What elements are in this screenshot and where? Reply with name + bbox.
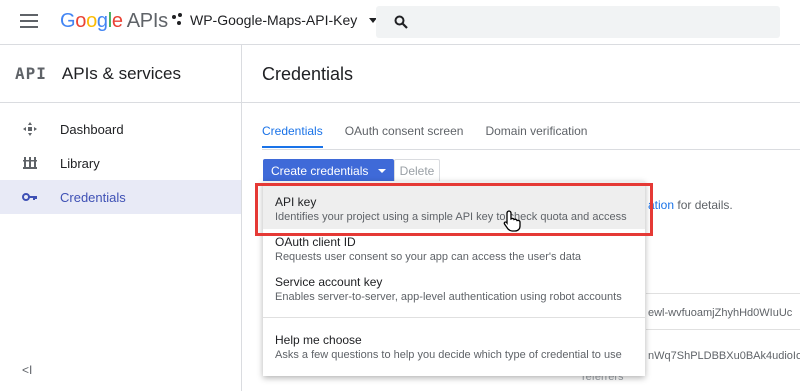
- sidebar: API APIs & services Dashboard Library Cr…: [0, 45, 242, 391]
- tab-bar: Credentials OAuth consent screen Domain …: [262, 124, 609, 148]
- menu-item-title: OAuth client ID: [275, 235, 356, 249]
- google-apis-logo[interactable]: Google APIs: [60, 10, 168, 33]
- project-name: WP-Google-Maps-API-Key: [190, 12, 358, 28]
- api-key-value: nWq7ShPLDBBXu0BAk4udioIo: [648, 350, 800, 362]
- menu-item-title: Help me choose: [275, 333, 362, 347]
- table-row-divider: [646, 293, 800, 294]
- header-divider: [242, 102, 800, 103]
- search-icon: [394, 15, 408, 29]
- collapse-sidebar-icon[interactable]: <I: [22, 363, 32, 377]
- sidebar-item-library[interactable]: Library: [0, 146, 241, 180]
- delete-button[interactable]: Delete: [394, 159, 440, 183]
- project-icon: [172, 13, 184, 27]
- project-selector[interactable]: WP-Google-Maps-API-Key: [172, 12, 378, 28]
- menu-item-service-account-key[interactable]: Service account key Enables server-to-se…: [263, 269, 645, 309]
- logo-letter: e: [111, 10, 123, 32]
- logo-apis-text: APIs: [126, 10, 168, 32]
- sidebar-title: APIs & services: [61, 63, 181, 83]
- top-app-bar: Google APIs WP-Google-Maps-API-Key: [0, 0, 800, 45]
- tab-oauth-consent-screen[interactable]: OAuth consent screen: [345, 124, 464, 148]
- logo-letter: o: [86, 10, 97, 32]
- sidebar-item-label: Credentials: [60, 189, 126, 205]
- sidebar-item-dashboard[interactable]: Dashboard: [0, 112, 241, 146]
- tab-divider: [262, 149, 800, 150]
- logo-letter: o: [75, 10, 87, 32]
- menu-item-description: Requests user consent so your app can ac…: [275, 251, 581, 263]
- highlight-box: [255, 183, 653, 236]
- create-credentials-button[interactable]: Create credentials: [263, 159, 395, 183]
- sidebar-header: API APIs & services: [0, 45, 241, 103]
- menu-icon[interactable]: [20, 14, 38, 28]
- menu-item-help-me-choose[interactable]: Help me choose Asks a few questions to h…: [263, 327, 645, 369]
- table-row-divider: [646, 329, 800, 330]
- page-title: Credentials: [262, 64, 354, 84]
- menu-item-title: Service account key: [275, 275, 383, 289]
- key-icon: [22, 189, 38, 205]
- create-credentials-label: Create credentials: [271, 164, 369, 178]
- menu-divider: [263, 317, 645, 318]
- dropdown-arrow-icon: [378, 169, 387, 173]
- help-text: ation for details.: [648, 198, 733, 212]
- logo-letter: G: [60, 10, 76, 32]
- logo-letter: g: [96, 10, 108, 32]
- api-key-value: ewl-wvfuoamjZhyhHd0WIuUc: [648, 307, 793, 319]
- library-icon: [22, 155, 38, 171]
- search-input[interactable]: [376, 6, 780, 38]
- menu-item-description: Enables server-to-server, app-level auth…: [275, 291, 622, 303]
- hand-cursor-icon: [503, 210, 521, 232]
- api-icon: API: [15, 64, 47, 83]
- sidebar-item-credentials[interactable]: Credentials: [0, 180, 241, 214]
- help-text-tail: for details.: [674, 198, 733, 212]
- tab-credentials[interactable]: Credentials: [262, 124, 323, 148]
- sidebar-item-label: Library: [60, 155, 100, 171]
- menu-item-description: Asks a few questions to help you decide …: [275, 349, 622, 361]
- tab-domain-verification[interactable]: Domain verification: [485, 124, 587, 148]
- sidebar-item-label: Dashboard: [60, 121, 124, 137]
- dashboard-icon: [22, 121, 38, 137]
